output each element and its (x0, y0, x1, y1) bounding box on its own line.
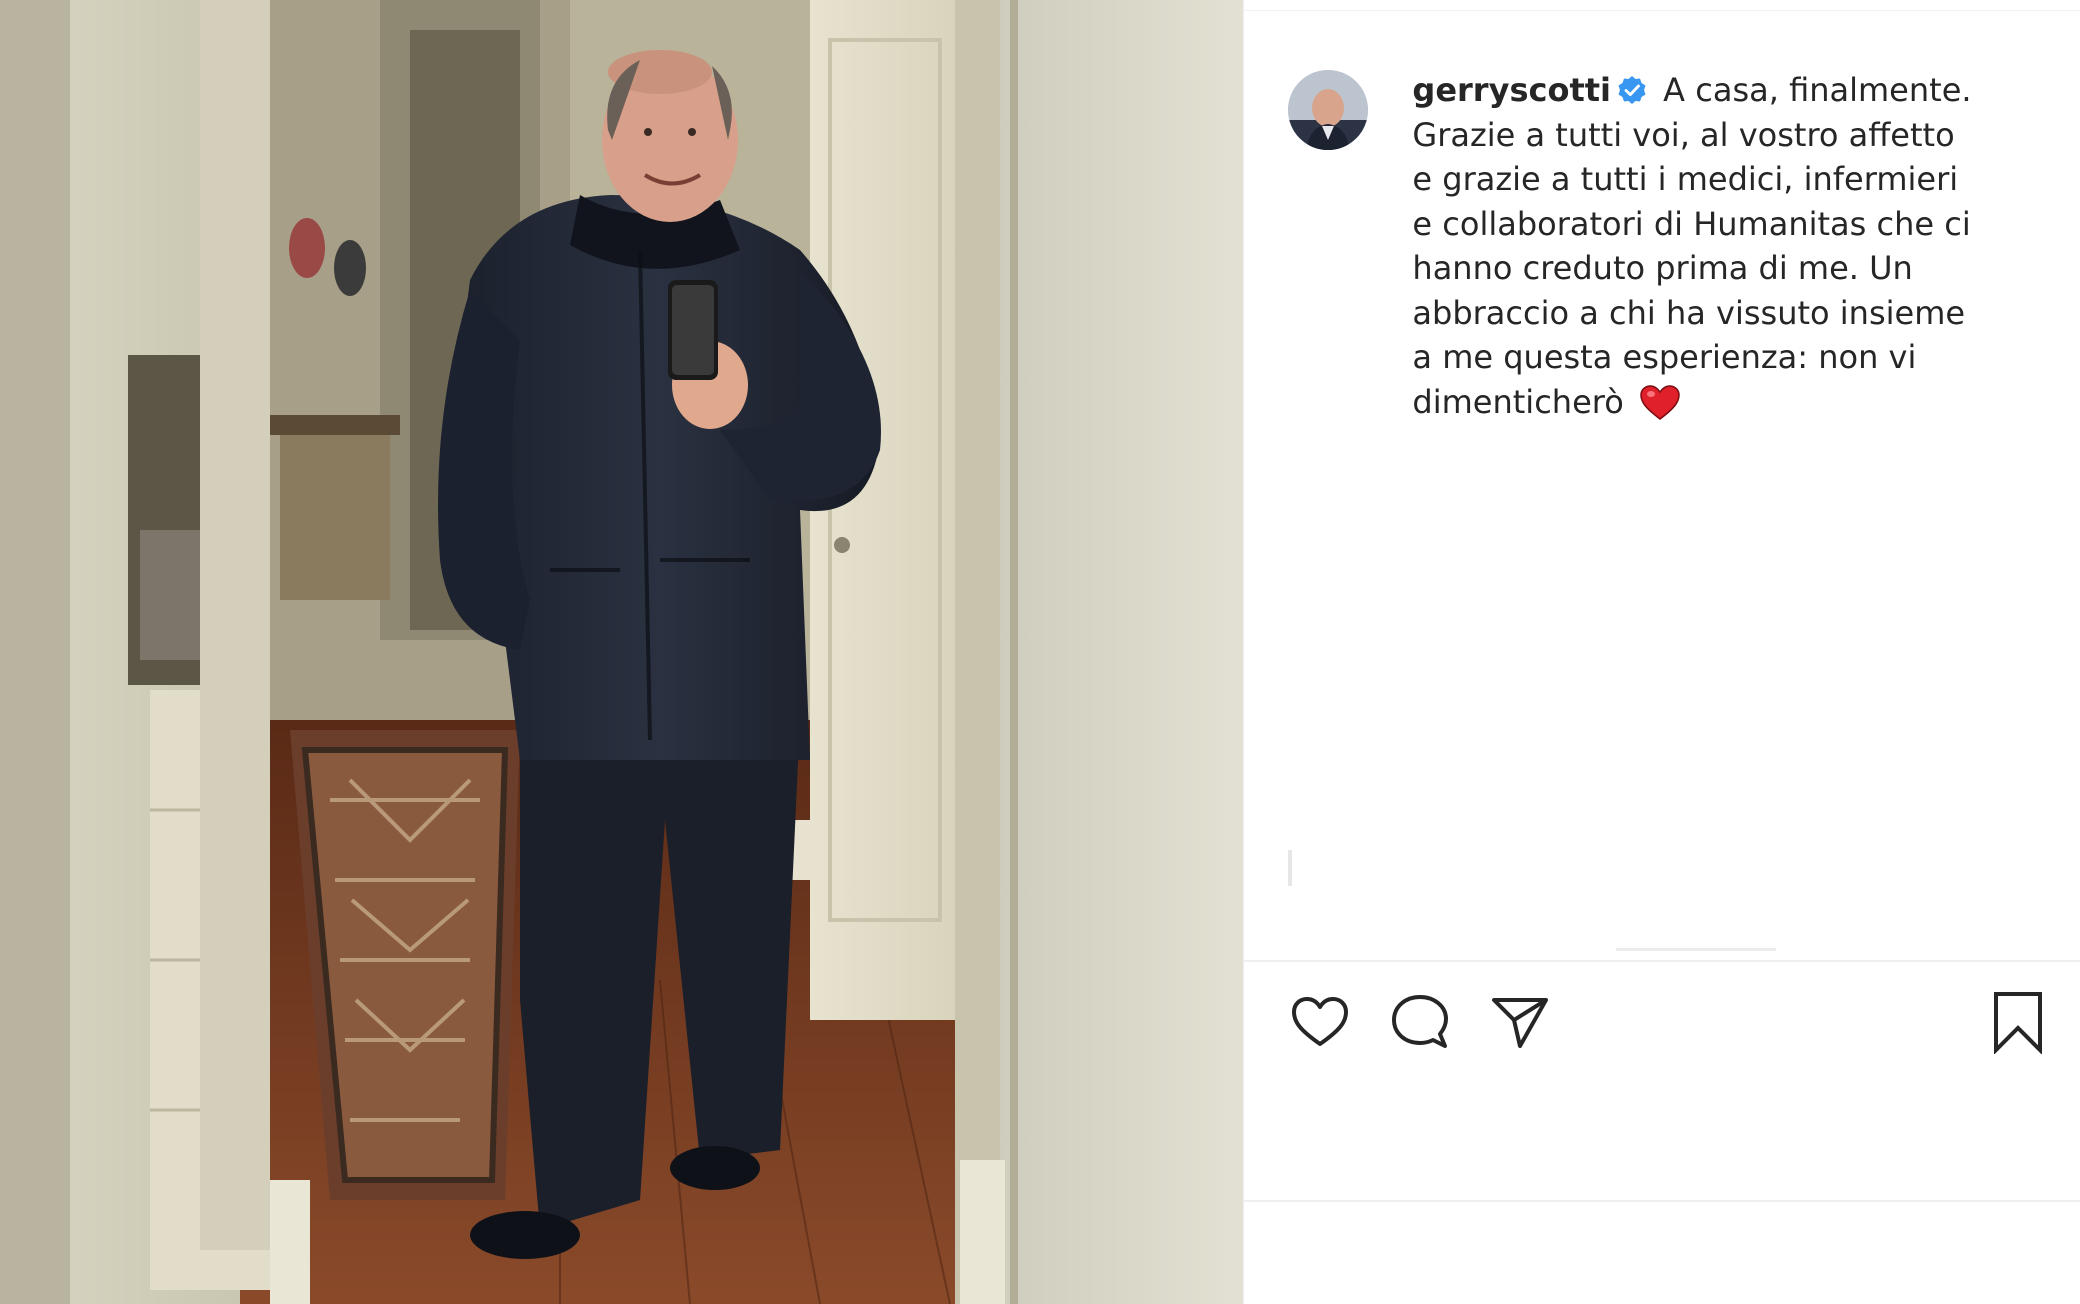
username-link[interactable]: gerryscotti (1412, 71, 1611, 109)
faint-mark (1288, 850, 1293, 886)
verified-badge-icon (1617, 72, 1647, 104)
actions-divider-bottom (1244, 1200, 2080, 1202)
post-photo[interactable] (0, 0, 1244, 1304)
caption-text: gerryscotti A casa, finalmente. Grazie a… (1412, 68, 1972, 424)
caption-body: A casa, finalmente. Grazie a tutti voi, … (1412, 71, 1972, 421)
comment-button[interactable] (1388, 990, 1452, 1054)
save-button[interactable] (1986, 990, 2050, 1054)
heart-outline-icon (1292, 997, 1349, 1046)
avatar-image (1288, 70, 1369, 150)
action-bar (1288, 990, 2050, 1060)
actions-divider-top (1244, 960, 2080, 962)
mirror-selfie-image (0, 0, 1244, 1304)
instagram-post: gerryscotti A casa, finalmente. Grazie a… (0, 0, 2080, 1304)
paper-plane-icon (1492, 998, 1549, 1048)
red-heart-emoji-icon (1640, 384, 1680, 421)
share-button[interactable] (1488, 990, 1552, 1054)
caption-block: gerryscotti A casa, finalmente. Grazie a… (1288, 68, 2068, 424)
bookmark-icon (1994, 992, 2042, 1054)
top-divider (1244, 10, 2080, 11)
like-button[interactable] (1288, 990, 1352, 1054)
post-side-panel: gerryscotti A casa, finalmente. Grazie a… (1243, 0, 2080, 1304)
faint-mark (1616, 948, 1777, 951)
avatar[interactable] (1288, 70, 1369, 150)
comment-bubble-icon (1392, 995, 1449, 1048)
